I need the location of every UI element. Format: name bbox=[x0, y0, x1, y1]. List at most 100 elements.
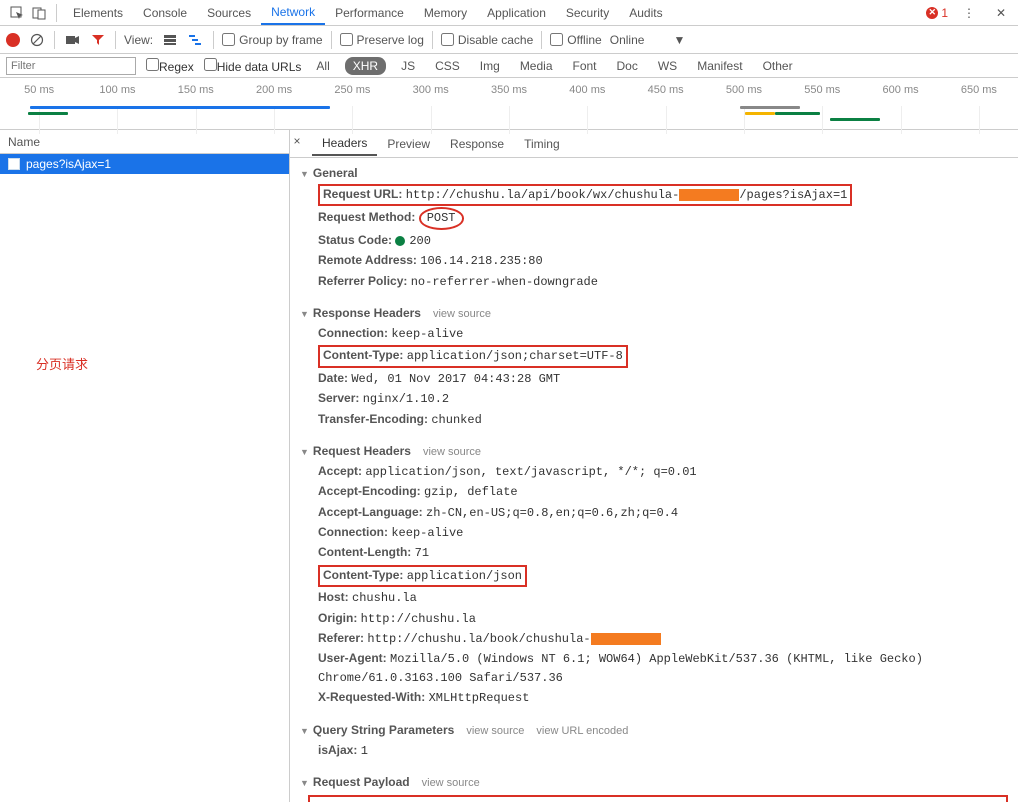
filter-media[interactable]: Media bbox=[515, 57, 558, 75]
section-title[interactable]: Request Payloadview source bbox=[300, 771, 1008, 793]
req-accept-encoding: Accept-Encoding: gzip, deflate bbox=[300, 482, 1008, 502]
section-title[interactable]: Response Headersview source bbox=[300, 302, 1008, 324]
view-source-link[interactable]: view source bbox=[466, 725, 524, 737]
section-general: General Request URL: http://chushu.la/ap… bbox=[290, 158, 1018, 298]
filter-doc[interactable]: Doc bbox=[612, 57, 643, 75]
offline-checkbox[interactable]: Offline bbox=[550, 33, 601, 47]
timeline-tick: 400 ms bbox=[548, 84, 626, 96]
timeline-tick: 100 ms bbox=[78, 84, 156, 96]
timeline-tick: 250 ms bbox=[313, 84, 391, 96]
device-toggle-icon[interactable] bbox=[28, 2, 50, 24]
req-user-agent: User-Agent: Mozilla/5.0 (Windows NT 6.1;… bbox=[300, 649, 1008, 688]
section-response-headers: Response Headersview source Connection: … bbox=[290, 298, 1018, 436]
close-icon[interactable]: ✕ bbox=[990, 2, 1012, 24]
filter-manifest[interactable]: Manifest bbox=[692, 57, 747, 75]
request-list-pane: Name pages?isAjax=1 分页请求 bbox=[0, 130, 290, 802]
group-by-frame-checkbox[interactable]: Group by frame bbox=[222, 33, 322, 47]
separator bbox=[213, 31, 214, 49]
request-row[interactable]: pages?isAjax=1 bbox=[0, 154, 289, 174]
large-rows-icon[interactable] bbox=[161, 31, 179, 49]
record-button[interactable] bbox=[6, 33, 20, 47]
section-title[interactable]: Query String Parametersview sourceview U… bbox=[300, 719, 1008, 741]
filter-js[interactable]: JS bbox=[396, 57, 420, 75]
view-source-link[interactable]: view source bbox=[423, 446, 481, 458]
filter-font[interactable]: Font bbox=[568, 57, 602, 75]
tab-network[interactable]: Network bbox=[261, 1, 325, 25]
filter-other[interactable]: Other bbox=[758, 57, 798, 75]
name-column-header[interactable]: Name bbox=[0, 130, 289, 154]
disable-cache-checkbox[interactable]: Disable cache bbox=[441, 33, 533, 47]
resp-connection: Connection: keep-alive bbox=[300, 324, 1008, 344]
error-icon: ✕ bbox=[926, 7, 938, 19]
tab-audits[interactable]: Audits bbox=[619, 2, 672, 24]
separator bbox=[115, 31, 116, 49]
timeline-tick: 300 ms bbox=[392, 84, 470, 96]
tab-security[interactable]: Security bbox=[556, 2, 619, 24]
redacted bbox=[591, 633, 661, 645]
timeline-tick: 550 ms bbox=[783, 84, 861, 96]
tab-sources[interactable]: Sources bbox=[197, 2, 261, 24]
section-title[interactable]: Request Headersview source bbox=[300, 440, 1008, 462]
section-title[interactable]: General bbox=[300, 162, 1008, 184]
timeline-tick: 350 ms bbox=[470, 84, 548, 96]
view-source-link[interactable]: view source bbox=[433, 308, 491, 320]
tab-response[interactable]: Response bbox=[440, 133, 514, 155]
resp-date: Date: Wed, 01 Nov 2017 04:43:28 GMT bbox=[300, 369, 1008, 389]
filter-bar: Regex Hide data URLs All XHR JS CSS Img … bbox=[0, 54, 1018, 78]
network-toolbar: View: Group by frame Preserve log Disabl… bbox=[0, 26, 1018, 54]
inspect-icon[interactable] bbox=[6, 2, 28, 24]
request-url: Request URL: http://chushu.la/api/book/w… bbox=[318, 184, 852, 206]
detail-pane: × Headers Preview Response Timing Genera… bbox=[290, 130, 1018, 802]
view-source-link[interactable]: view source bbox=[422, 777, 480, 789]
error-badge[interactable]: ✕1 bbox=[926, 6, 948, 20]
status-dot-icon bbox=[395, 236, 405, 246]
tab-timing[interactable]: Timing bbox=[514, 133, 570, 155]
timeline-tick: 600 ms bbox=[861, 84, 939, 96]
resp-transfer-encoding: Transfer-Encoding: chunked bbox=[300, 410, 1008, 430]
resp-content-type: Content-Type: application/json;charset=U… bbox=[300, 344, 1008, 368]
tab-performance[interactable]: Performance bbox=[325, 2, 414, 24]
filter-icon[interactable] bbox=[89, 31, 107, 49]
throttle-dropdown-icon[interactable]: ▼ bbox=[670, 31, 688, 49]
regex-checkbox[interactable]: Regex bbox=[146, 58, 194, 74]
req-connection: Connection: keep-alive bbox=[300, 523, 1008, 543]
filter-css[interactable]: CSS bbox=[430, 57, 465, 75]
tab-headers[interactable]: Headers bbox=[312, 132, 377, 156]
remote-address: Remote Address: 106.14.218.235:80 bbox=[300, 251, 1008, 271]
separator bbox=[541, 31, 542, 49]
resp-server: Server: nginx/1.10.2 bbox=[300, 389, 1008, 409]
filter-xhr[interactable]: XHR bbox=[345, 57, 386, 75]
timeline-tick: 200 ms bbox=[235, 84, 313, 96]
close-detail-icon[interactable]: × bbox=[290, 133, 305, 149]
view-url-encoded-link[interactable]: view URL encoded bbox=[536, 725, 628, 737]
payload-box: {type: "year_month", year: 2014, month: … bbox=[308, 795, 1008, 802]
tab-elements[interactable]: Elements bbox=[63, 2, 133, 24]
timeline-tick: 650 ms bbox=[940, 84, 1018, 96]
redacted bbox=[679, 189, 739, 201]
request-method: Request Method: POST bbox=[300, 206, 1008, 230]
tab-memory[interactable]: Memory bbox=[414, 2, 477, 24]
tab-application[interactable]: Application bbox=[477, 2, 556, 24]
req-x-requested-with: X-Requested-With: XMLHttpRequest bbox=[300, 688, 1008, 708]
preserve-log-checkbox[interactable]: Preserve log bbox=[340, 33, 424, 47]
detail-tabs: Headers Preview Response Timing bbox=[290, 130, 1018, 158]
filter-all[interactable]: All bbox=[311, 57, 334, 75]
hide-data-urls-checkbox[interactable]: Hide data URLs bbox=[204, 58, 302, 74]
online-label[interactable]: Online bbox=[610, 33, 645, 47]
filter-img[interactable]: Img bbox=[475, 57, 505, 75]
file-icon bbox=[8, 158, 20, 170]
tab-preview[interactable]: Preview bbox=[377, 133, 440, 155]
devtools-tabbar: Elements Console Sources Network Perform… bbox=[0, 0, 1018, 26]
camera-icon[interactable] bbox=[63, 31, 81, 49]
view-label: View: bbox=[124, 33, 153, 47]
tab-console[interactable]: Console bbox=[133, 2, 197, 24]
req-content-length: Content-Length: 71 bbox=[300, 543, 1008, 563]
req-content-type: Content-Type: application/json bbox=[300, 564, 1008, 588]
waterfall-icon[interactable] bbox=[187, 31, 205, 49]
more-icon[interactable]: ⋮ bbox=[958, 2, 980, 24]
separator bbox=[54, 31, 55, 49]
clear-icon[interactable] bbox=[28, 31, 46, 49]
filter-input[interactable] bbox=[6, 57, 136, 75]
timeline[interactable]: 50 ms 100 ms 150 ms 200 ms 250 ms 300 ms… bbox=[0, 78, 1018, 130]
filter-ws[interactable]: WS bbox=[653, 57, 682, 75]
